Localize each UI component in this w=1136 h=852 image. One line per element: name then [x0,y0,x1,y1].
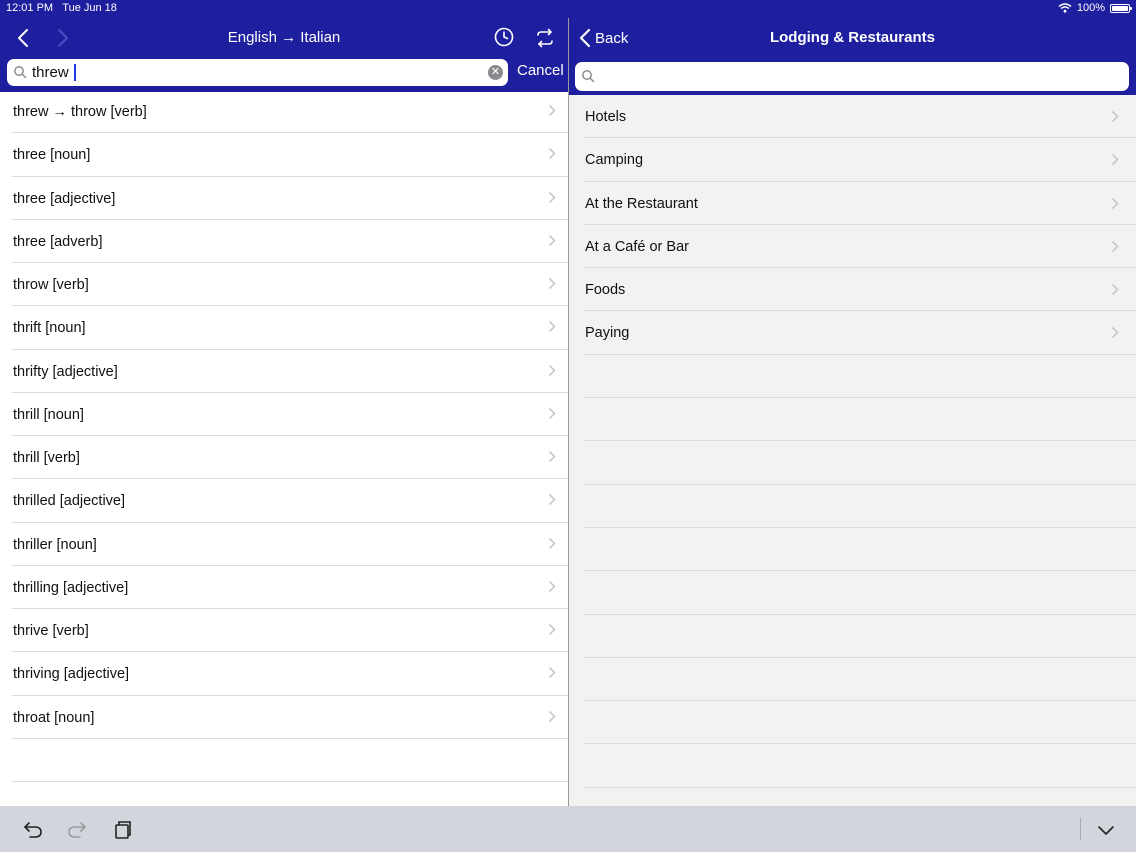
phrasebook-category-list: Hotels Camping At the Restaurant At a Ca… [569,95,1136,806]
search-icon [582,70,595,83]
chevron-right-icon [1111,327,1119,339]
search-icon [14,66,27,79]
cancel-button[interactable]: Cancel [517,62,564,79]
list-item[interactable]: three [adjective] [0,177,568,220]
chevron-right-icon [1111,197,1119,209]
dictionary-search-field[interactable]: ✕ [7,59,508,86]
empty-row [569,615,1136,658]
text-caret [74,64,76,81]
chevron-right-icon [548,191,556,203]
redo-icon[interactable] [66,819,88,841]
keyboard-shortcut-bar [0,806,1136,852]
empty-row [569,398,1136,442]
chevron-right-icon [548,450,556,463]
list-item[interactable]: thriving [adjective] [0,652,568,696]
chevron-right-icon [548,234,556,246]
list-item[interactable]: thrill [noun] [0,393,568,436]
empty-row [569,355,1136,399]
category-item-cafe-bar[interactable]: At a Café or Bar [569,225,1136,269]
empty-row [569,528,1136,572]
phrasebook-search-input[interactable] [601,66,1121,87]
chevron-right-icon [548,104,556,117]
dictionary-header: English → Italian ✕ Cancel [0,18,568,92]
battery-percent: 100% [1076,2,1105,14]
chevron-right-icon [548,407,556,419]
list-item[interactable]: thrive [verb] [0,609,568,653]
empty-row [569,658,1136,702]
chevron-right-icon [548,623,556,636]
chevron-right-icon [548,537,556,549]
chevron-right-icon [548,710,556,722]
status-time-date: 12:01 PM Tue Jun 18 [6,2,117,14]
chevron-right-icon [548,148,556,160]
chevron-right-icon [1111,110,1119,123]
empty-row [569,485,1136,528]
chevron-right-icon [1111,154,1119,166]
chevron-right-icon [1111,284,1119,296]
category-item-hotels[interactable]: Hotels [569,95,1136,139]
swap-icon[interactable] [534,27,556,49]
status-indicators: 100% [1058,2,1132,14]
phrasebook-search-field[interactable] [575,62,1129,91]
chevron-right-icon [1111,240,1119,252]
phrasebook-title: Lodging & Restaurants [769,29,935,46]
list-item[interactable]: throw [verb] [0,263,568,307]
list-item[interactable]: throat [noun] [0,696,568,739]
battery-icon [1110,3,1132,13]
history-icon[interactable] [493,26,515,48]
chevron-right-icon [548,277,556,290]
list-item[interactable]: thriller [noun] [0,523,568,566]
phrasebook-header: Back Lodging & Restaurants [569,18,1136,95]
search-results-list: threw → throw [verb] three [noun] three … [0,90,568,782]
undo-icon[interactable] [22,819,44,841]
list-item[interactable]: thrift [noun] [0,306,568,350]
category-item-paying[interactable]: Paying [569,311,1136,355]
list-item[interactable]: thrilling [adjective] [0,566,568,609]
category-item-restaurant[interactable]: At the Restaurant [569,182,1136,225]
chevron-right-icon [548,321,556,333]
toolbar-separator [1080,818,1081,840]
empty-row [569,701,1136,745]
list-item[interactable]: threw → throw [verb] [0,90,568,134]
chevron-right-icon [548,667,556,679]
chevron-down-icon[interactable] [1095,819,1117,841]
list-item[interactable]: thrill [verb] [0,436,568,480]
clear-icon[interactable]: ✕ [488,65,503,80]
category-item-foods[interactable]: Foods [569,268,1136,312]
list-item[interactable]: thrilled [adjective] [0,479,568,523]
chevron-right-icon [548,364,556,376]
clipboard-icon[interactable] [112,819,134,841]
empty-row [569,744,1136,788]
status-bar: 12:01 PM Tue Jun 18 100% [0,0,1136,18]
list-item[interactable]: three [noun] [0,133,568,177]
category-item-camping[interactable]: Camping [569,138,1136,182]
list-item[interactable]: thrifty [adjective] [0,350,568,393]
empty-row [569,441,1136,485]
dictionary-search-input[interactable] [32,62,482,83]
wifi-icon [1058,3,1072,13]
dictionary-title: English → Italian [227,29,341,46]
chevron-right-icon [548,580,556,592]
list-item[interactable]: three [adverb] [0,220,568,263]
chevron-right-icon [548,494,556,506]
empty-row [569,571,1136,615]
empty-row [0,739,568,782]
